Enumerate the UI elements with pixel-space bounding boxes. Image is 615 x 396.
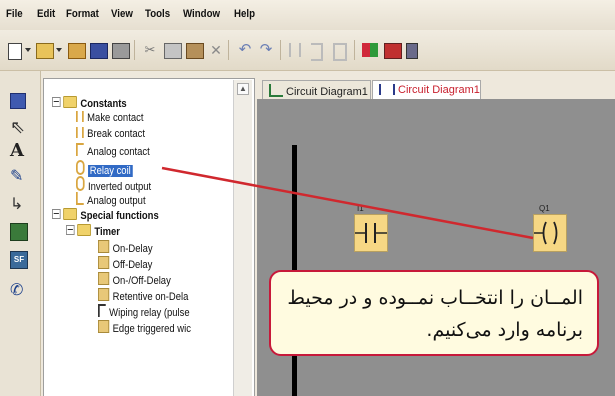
callout-text: المــان را انتخــاب نمــوده و در محیط بر… bbox=[287, 287, 583, 341]
app-window: File Edit Format View Tools Window Help … bbox=[0, 0, 615, 396]
callout-box: المــان را انتخــاب نمــوده و در محیط بر… bbox=[269, 270, 599, 356]
